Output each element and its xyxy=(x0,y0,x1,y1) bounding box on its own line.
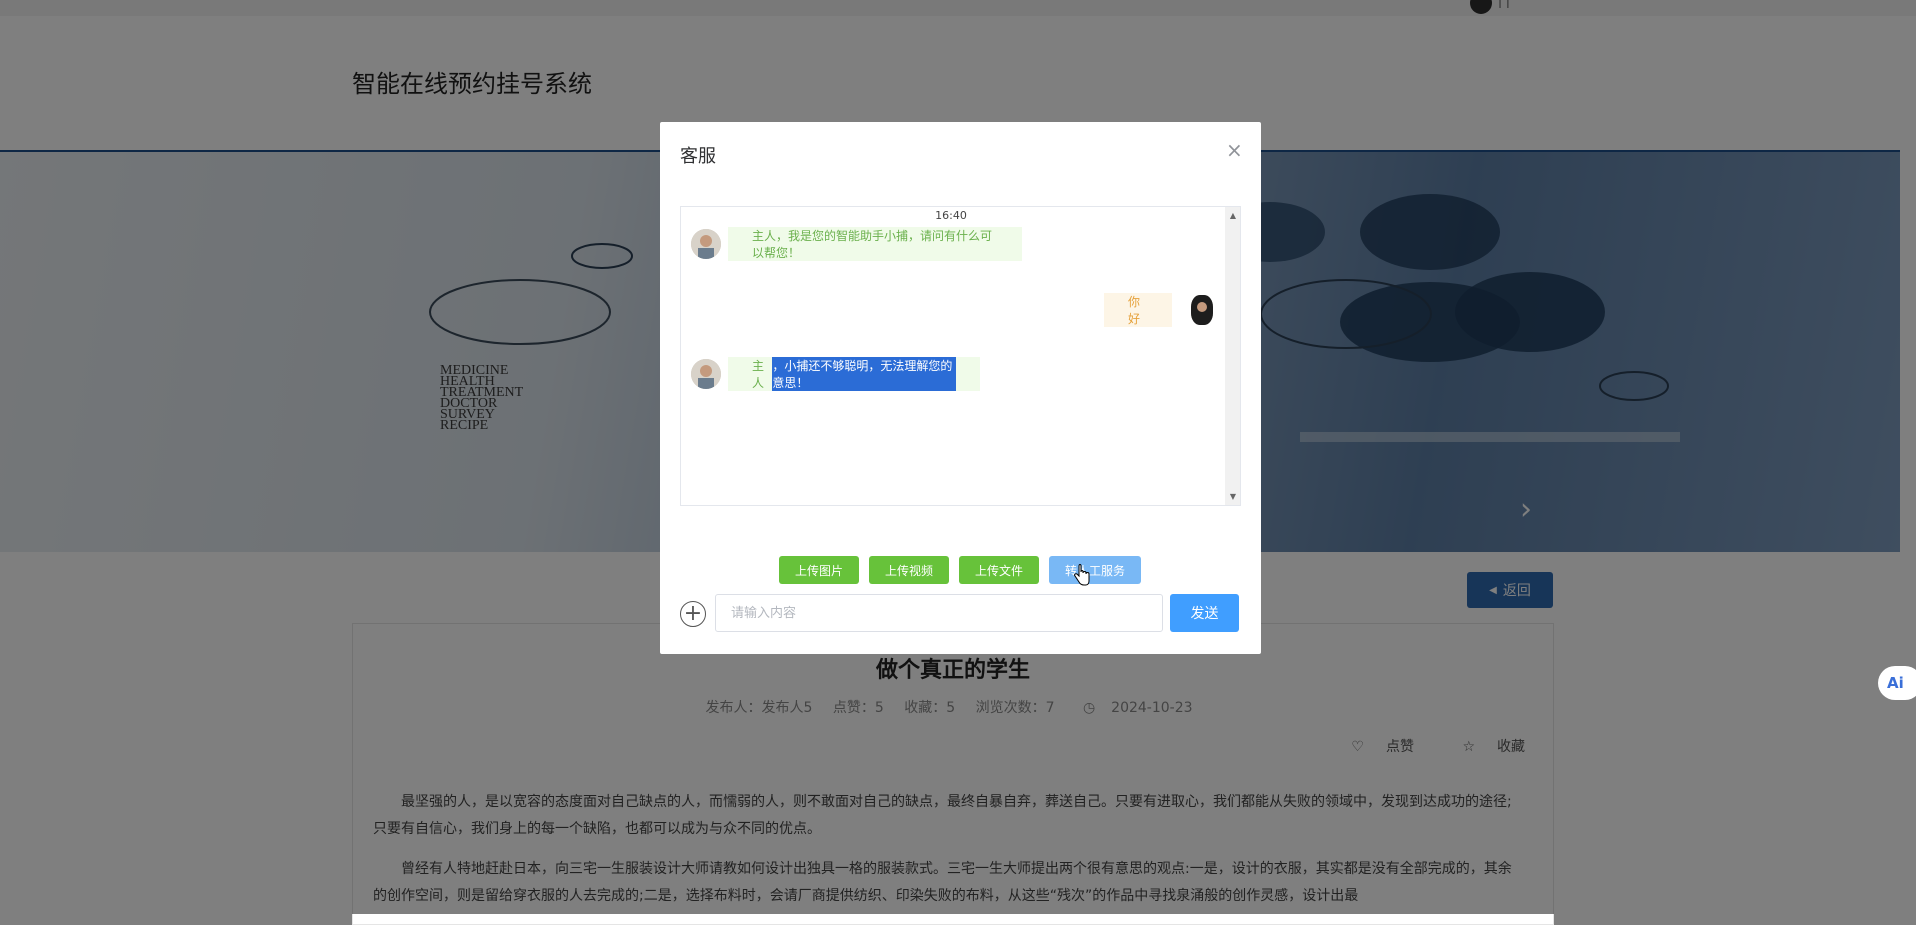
ai-assistant-button[interactable]: Ai xyxy=(1878,666,1916,700)
message-prefix: 主人 xyxy=(752,359,765,390)
assistant-avatar xyxy=(691,359,721,389)
customer-service-dialog: 客服 × 16:40 主人，我是您的智能助手小捕，请问有什么可以帮您！ 你好 主… xyxy=(660,122,1261,654)
selected-text: ，小捕还不够聪明，无法理解您的意思！ xyxy=(772,357,956,391)
chat-message: 主人，我是您的智能助手小捕，请问有什么可以帮您！ xyxy=(728,227,1022,261)
send-button[interactable]: 发送 xyxy=(1170,594,1239,632)
message-input[interactable] xyxy=(715,594,1163,632)
chat-timestamp: 16:40 xyxy=(935,209,967,222)
chat-message: 主人 ，小捕还不够聪明，无法理解您的意思！ xyxy=(728,357,980,391)
user-avatar xyxy=(1191,295,1213,325)
upload-video-button[interactable]: 上传视频 xyxy=(869,556,949,584)
chat-history[interactable]: 16:40 主人，我是您的智能助手小捕，请问有什么可以帮您！ 你好 主人 ，小捕还… xyxy=(680,206,1241,506)
hand-cursor-icon xyxy=(1074,564,1090,586)
close-icon[interactable]: × xyxy=(1226,140,1243,160)
chat-message: 你好 xyxy=(1104,293,1172,327)
dialog-title: 客服 xyxy=(680,146,716,167)
plus-icon[interactable]: + xyxy=(680,601,706,627)
assistant-avatar xyxy=(691,229,721,259)
upload-image-button[interactable]: 上传图片 xyxy=(779,556,859,584)
scroll-down-icon[interactable]: ▼ xyxy=(1230,492,1236,501)
human-service-button[interactable]: 转人工服务 xyxy=(1049,556,1141,584)
upload-file-button[interactable]: 上传文件 xyxy=(959,556,1039,584)
scroll-up-icon[interactable]: ▲ xyxy=(1230,211,1236,220)
chat-scrollbar[interactable]: ▲ ▼ xyxy=(1225,207,1240,505)
